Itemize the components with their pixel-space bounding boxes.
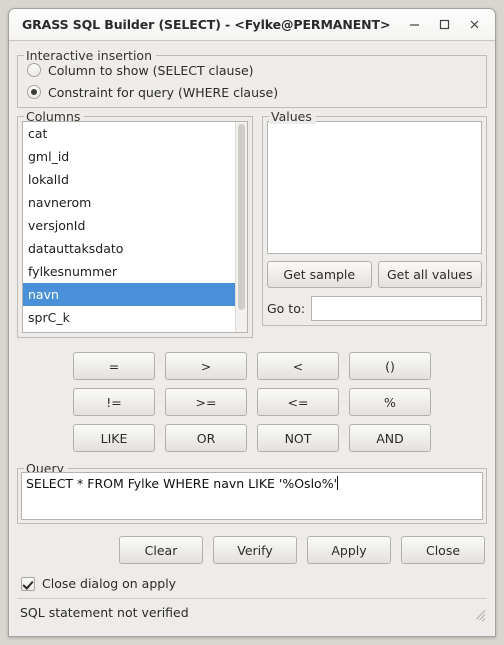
goto-label: Go to: [267,301,306,316]
radio-constraint-for-query[interactable]: Constraint for query (WHERE clause) [23,81,481,103]
status-bar: SQL statement not verified [17,598,487,626]
dialog-body: Interactive insertion Column to show (SE… [9,41,495,636]
list-item[interactable]: versjonId [23,214,235,237]
radio-icon-unchecked [27,63,41,77]
get-sample-button[interactable]: Get sample [267,261,372,288]
title-bar: GRASS SQL Builder (SELECT) - <Fylke@PERM… [9,9,495,41]
operator-grid: = > < () != >= <= % LIKE OR NOT AND [73,352,431,452]
operator-button-greater[interactable]: > [165,352,247,380]
close-button[interactable]: Close [401,536,485,564]
columns-listbox[interactable]: cat gml_id lokalId navnerom versjonId da… [22,121,248,333]
list-item[interactable]: datauttaksdato [23,237,235,260]
values-listbox[interactable] [267,121,482,254]
operator-button-greater-equals[interactable]: >= [165,388,247,416]
window-title: GRASS SQL Builder (SELECT) - <Fylke@PERM… [22,17,391,32]
action-buttons: Clear Verify Apply Close [17,536,487,564]
operator-button-and[interactable]: AND [349,424,431,452]
close-on-apply-label: Close dialog on apply [42,576,177,591]
verify-button[interactable]: Verify [213,536,297,564]
columns-panel: Columns cat gml_id lokalId navnerom vers… [17,108,253,338]
goto-row: Go to: [267,296,482,321]
maximize-icon[interactable] [429,12,459,38]
list-item[interactable]: sprC_k [23,306,235,329]
list-item[interactable]: gml_id [23,145,235,168]
clear-button[interactable]: Clear [119,536,203,564]
values-buttons: Get sample Get all values [267,261,482,288]
operator-button-or[interactable]: OR [165,424,247,452]
get-all-values-button[interactable]: Get all values [377,261,482,288]
checkbox-icon-checked [21,576,35,591]
interactive-insertion-title: Interactive insertion [24,48,156,63]
text-caret [337,476,339,490]
operator-button-less-equals[interactable]: <= [257,388,339,416]
list-item[interactable]: lokalId [23,168,235,191]
operator-button-not-equals[interactable]: != [73,388,155,416]
radio-column-to-show-label: Column to show (SELECT clause) [48,62,254,78]
list-item-selected[interactable]: navn [23,283,235,306]
values-panel: Values Get sample Get all values Go to: [262,108,487,338]
operator-button-parentheses[interactable]: () [349,352,431,380]
operator-button-like[interactable]: LIKE [73,424,155,452]
columns-values-row: Columns cat gml_id lokalId navnerom vers… [17,108,487,338]
interactive-insertion-group: Interactive insertion Column to show (SE… [17,48,487,108]
radio-icon-checked [27,85,41,99]
resize-grip-icon[interactable] [471,606,486,622]
operator-button-not[interactable]: NOT [257,424,339,452]
operator-button-less[interactable]: < [257,352,339,380]
values-title: Values [269,109,316,124]
values-group: Values Get sample Get all values Go to: [262,109,487,326]
apply-button[interactable]: Apply [307,536,391,564]
radio-constraint-for-query-label: Constraint for query (WHERE clause) [48,84,279,100]
list-item[interactable]: cat [23,122,235,145]
columns-list: cat gml_id lokalId navnerom versjonId da… [23,122,235,332]
goto-input[interactable] [311,296,482,321]
columns-scrollbar[interactable] [235,122,247,332]
close-on-apply-checkbox[interactable]: Close dialog on apply [17,576,487,591]
minimize-icon[interactable] [399,12,429,38]
close-icon[interactable] [459,12,489,38]
list-item[interactable]: fylkesnummer [23,260,235,283]
columns-group: Columns cat gml_id lokalId navnerom vers… [17,109,253,338]
operator-button-percent[interactable]: % [349,388,431,416]
status-text: SQL statement not verified [20,605,189,620]
query-group: Query SELECT * FROM Fylke WHERE navn LIK… [17,461,487,524]
query-input[interactable]: SELECT * FROM Fylke WHERE navn LIKE '%Os… [21,472,483,520]
query-text: SELECT * FROM Fylke WHERE navn LIKE '%Os… [26,476,338,491]
list-item[interactable]: navnerom [23,191,235,214]
sql-builder-window: GRASS SQL Builder (SELECT) - <Fylke@PERM… [8,8,496,637]
operator-button-equals[interactable]: = [73,352,155,380]
columns-scrollbar-thumb[interactable] [238,124,245,310]
